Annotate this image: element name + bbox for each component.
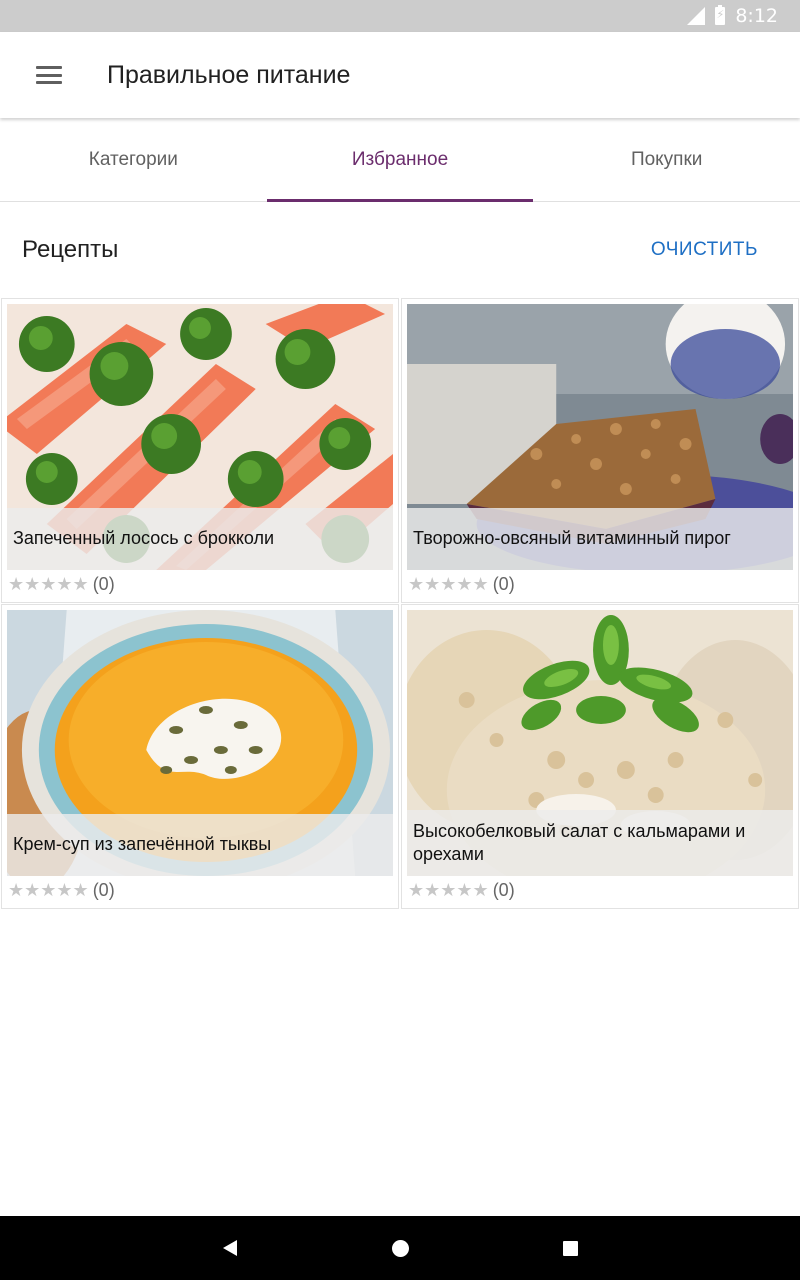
rating-stars: ★★★★★ bbox=[8, 574, 89, 594]
menu-icon[interactable] bbox=[36, 66, 62, 84]
rating-count: (0) bbox=[492, 573, 515, 594]
rating: ★★★★★ (0) bbox=[408, 879, 515, 901]
rating-stars: ★★★★★ bbox=[8, 880, 89, 900]
tab-bar: Категории Избранное Покупки bbox=[0, 118, 800, 202]
app-bar: Правильное питание bbox=[0, 32, 800, 118]
section-title: Рецепты bbox=[22, 236, 119, 263]
recipe-grid: Запеченный лосось с брокколи ★★★★★ (0) Т… bbox=[1, 298, 799, 910]
tab-categories[interactable]: Категории bbox=[0, 118, 267, 201]
salmon-broccoli-photo: Запеченный лосось с брокколи bbox=[7, 304, 393, 570]
back-button[interactable] bbox=[190, 1216, 270, 1280]
rating-count: (0) bbox=[92, 573, 115, 594]
oat-pie-photo: Творожно-овсяный витаминный пирог bbox=[407, 304, 793, 570]
clear-button[interactable]: ОЧИСТИТЬ bbox=[651, 239, 758, 261]
battery-charging-icon bbox=[715, 5, 726, 25]
tab-shopping[interactable]: Покупки bbox=[533, 118, 800, 201]
status-time: 8:12 bbox=[735, 5, 778, 27]
tab-favorites[interactable]: Избранное bbox=[266, 118, 534, 202]
recents-icon bbox=[562, 1240, 578, 1256]
back-icon bbox=[223, 1240, 237, 1256]
recents-button[interactable] bbox=[530, 1216, 610, 1280]
home-icon bbox=[391, 1239, 409, 1257]
squid-salad-photo: Высокобелковый салат с кальмарами и орех… bbox=[407, 610, 793, 876]
recipe-card[interactable]: Крем-суп из запечённой тыквы ★★★★★ (0) bbox=[1, 604, 399, 909]
section-header: Рецепты ОЧИСТИТЬ bbox=[0, 202, 800, 298]
app-title: Правильное питание bbox=[107, 60, 351, 89]
rating-count: (0) bbox=[92, 879, 115, 900]
signal-off-icon bbox=[687, 7, 706, 25]
rating: ★★★★★ (0) bbox=[408, 573, 515, 595]
rating-stars: ★★★★★ bbox=[408, 880, 489, 900]
home-button[interactable] bbox=[360, 1216, 440, 1280]
status-bar: 8:12 bbox=[0, 0, 800, 32]
rating-stars: ★★★★★ bbox=[408, 574, 489, 594]
recipe-title: Высокобелковый салат с кальмарами и орех… bbox=[407, 809, 793, 876]
recipe-card[interactable]: Высокобелковый салат с кальмарами и орех… bbox=[401, 604, 799, 909]
recipe-card[interactable]: Творожно-овсяный витаминный пирог ★★★★★ … bbox=[401, 298, 799, 603]
pumpkin-soup-photo: Крем-суп из запечённой тыквы bbox=[7, 610, 393, 876]
recipe-card[interactable]: Запеченный лосось с брокколи ★★★★★ (0) bbox=[1, 298, 399, 603]
recipe-title: Запеченный лосось с брокколи bbox=[7, 508, 393, 570]
rating-count: (0) bbox=[492, 879, 515, 900]
rating: ★★★★★ (0) bbox=[8, 573, 115, 595]
system-nav-bar bbox=[0, 1216, 800, 1280]
recipe-title: Творожно-овсяный витаминный пирог bbox=[407, 508, 793, 570]
rating: ★★★★★ (0) bbox=[8, 879, 115, 901]
recipe-title: Крем-суп из запечённой тыквы bbox=[7, 814, 393, 876]
